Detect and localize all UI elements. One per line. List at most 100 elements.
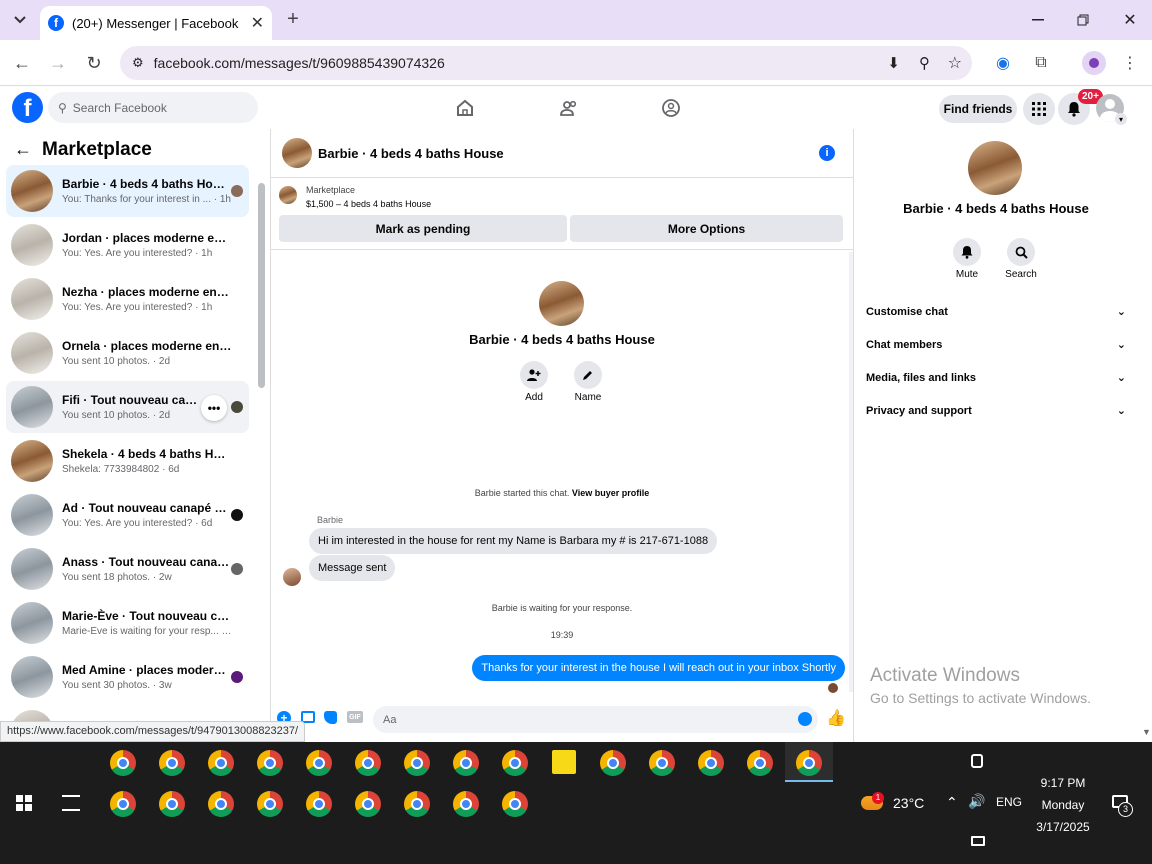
chrome-taskbar-icon[interactable] [453,750,479,776]
bookmark-star-icon[interactable]: ☆ [948,53,962,73]
menu-grid-icon[interactable] [1023,93,1055,125]
weather-temperature[interactable]: 23°C [893,795,924,811]
show-hidden-icons-icon[interactable]: ⌃ [946,794,958,811]
conversation-item[interactable]: Marie-Ève · Tout nouveau cana... Marie-Èv… [6,597,249,649]
chrome-taskbar-icon[interactable] [502,791,528,817]
facebook-logo-icon[interactable]: f [12,92,43,123]
chat-avatar[interactable] [282,138,312,168]
active-app-highlight[interactable] [785,742,833,782]
input-language[interactable]: ENG [996,795,1022,809]
restore-icon[interactable] [1073,10,1093,30]
chrome-menu-icon[interactable]: ⋮ [1120,53,1140,73]
like-thumb-icon[interactable]: 👍 [826,708,846,728]
chrome-taskbar-icon[interactable] [453,791,479,817]
chrome-taskbar-icon[interactable] [257,750,283,776]
back-arrow-icon[interactable]: ← [12,53,32,73]
task-view-icon[interactable] [62,795,80,811]
chrome-taskbar-icon[interactable] [159,750,185,776]
chrome-taskbar-icon[interactable] [306,791,332,817]
forward-arrow-icon[interactable]: → [48,53,68,73]
chrome-taskbar-icon[interactable] [404,750,430,776]
find-friends-button[interactable]: Find friends [939,95,1017,123]
read-aloud-icon[interactable]: ◉ [992,53,1014,73]
chrome-taskbar-icon[interactable] [404,791,430,817]
conversation-item[interactable]: Barbie · 4 beds 4 baths House You: Thanks… [6,165,249,217]
chat-title[interactable]: Barbie · 4 beds 4 baths House [318,146,504,161]
conversation-list-scrollbar[interactable] [258,183,265,388]
chrome-taskbar-icon[interactable] [110,750,136,776]
chrome-taskbar-icon[interactable] [355,791,381,817]
new-tab-plus-icon[interactable]: + [282,8,304,30]
chrome-taskbar-icon[interactable] [159,791,185,817]
chrome-taskbar-icon[interactable] [600,750,626,776]
volume-icon[interactable]: 🔊 [968,793,985,810]
chrome-taskbar-icon[interactable] [502,750,528,776]
chrome-taskbar-icon[interactable] [698,750,724,776]
account-chevron-icon[interactable]: ▾ [1115,113,1127,125]
chrome-taskbar-icon[interactable] [208,750,234,776]
incoming-message[interactable]: Message sent [309,555,396,581]
groups-icon[interactable] [660,97,682,119]
chrome-taskbar-icon[interactable] [747,750,773,776]
meet-now-icon[interactable] [971,754,983,768]
add-button[interactable] [520,361,548,389]
privacy-support-row[interactable]: Privacy and support ⌄ [866,404,1126,418]
chrome-taskbar-icon[interactable] [649,750,675,776]
back-arrow-icon[interactable]: ← [14,139,32,160]
windows-start-icon[interactable] [16,795,32,811]
conversation-item[interactable]: Med Amine · places moderne... You sent 30… [6,651,249,703]
listing-thumbnail[interactable] [279,186,297,204]
conversation-item[interactable]: Nezha · places moderne en for... You: Yes… [6,273,249,325]
home-icon[interactable] [454,97,476,119]
site-info-icon[interactable]: ⚙ [132,55,144,71]
info-avatar[interactable] [968,141,1022,195]
message-input[interactable]: Aa [373,706,818,733]
incoming-message[interactable]: Hi im interested in the house for rent m… [309,528,718,554]
name-button[interactable] [574,361,602,389]
friends-icon[interactable] [558,97,580,119]
minimize-icon[interactable] [1028,10,1048,30]
customise-chat-row[interactable]: Customise chat ⌄ [866,305,1126,319]
search-button[interactable] [1007,238,1035,266]
zoom-icon[interactable]: ⚲ [919,54,930,72]
gif-icon[interactable]: GIF [347,711,363,723]
chrome-taskbar-icon[interactable] [355,750,381,776]
profile-avatar-icon[interactable] [1082,51,1106,75]
chat-members-row[interactable]: Chat members ⌄ [866,338,1126,352]
info-icon[interactable]: i [819,145,835,161]
conversation-item[interactable]: Ad · Tout nouveau canapé se... You: Yes. … [6,489,249,541]
tab-search-chevron-icon[interactable] [8,8,32,32]
extensions-icon[interactable]: ⧉ [1030,53,1052,73]
sticky-notes-icon[interactable] [552,750,576,774]
facebook-search-input[interactable]: ⚲ Search Facebook [48,92,258,123]
page-scroll-down-icon[interactable]: ▼ [1142,727,1151,737]
more-options-icon[interactable]: ••• [201,395,227,421]
outgoing-message[interactable]: Thanks for your interest in the house I … [472,655,845,681]
network-icon[interactable] [971,836,985,846]
reload-icon[interactable]: ↻ [84,53,104,73]
conversation-item[interactable]: Jordan · places moderne en for... You: Ye… [6,219,249,271]
install-app-icon[interactable]: ⬇ [887,54,900,72]
close-window-icon[interactable]: ✕ [1120,10,1140,30]
chrome-taskbar-icon[interactable] [110,791,136,817]
more-options-button[interactable]: More Options [570,215,843,242]
emoji-icon[interactable] [798,712,812,726]
sticker-icon[interactable] [324,711,337,724]
media-files-links-row[interactable]: Media, files and links ⌄ [866,371,1126,385]
conversation-item[interactable]: Fifi · Tout nouveau canapé s...You sent … [6,381,249,433]
chrome-taskbar-icon[interactable] [306,750,332,776]
mark-as-pending-button[interactable]: Mark as pending [279,215,567,242]
mute-button[interactable] [953,238,981,266]
chrome-taskbar-icon[interactable] [208,791,234,817]
conversation-item[interactable]: Anass · Tout nouveau canapé... You sent 1… [6,543,249,595]
listing-title[interactable]: $1,500 – 4 beds 4 baths House [306,199,431,209]
view-buyer-profile-link[interactable]: View buyer profile [572,488,649,498]
address-bar[interactable]: ⚙ facebook.com/messages/t/96098854390743… [120,46,972,80]
conversation-item[interactable]: Shekela · 4 beds 4 baths House Shekela: 7… [6,435,249,487]
close-tab-icon[interactable]: ✕ [251,13,264,33]
conversation-item[interactable]: Ornela · places moderne en for... You sen… [6,327,249,379]
browser-tab[interactable]: f (20+) Messenger | Facebook ✕ [40,6,272,40]
chrome-taskbar-icon[interactable] [257,791,283,817]
clock[interactable]: 9:17 PM Monday 3/17/2025 [1030,772,1096,838]
profile-avatar[interactable] [539,281,584,326]
